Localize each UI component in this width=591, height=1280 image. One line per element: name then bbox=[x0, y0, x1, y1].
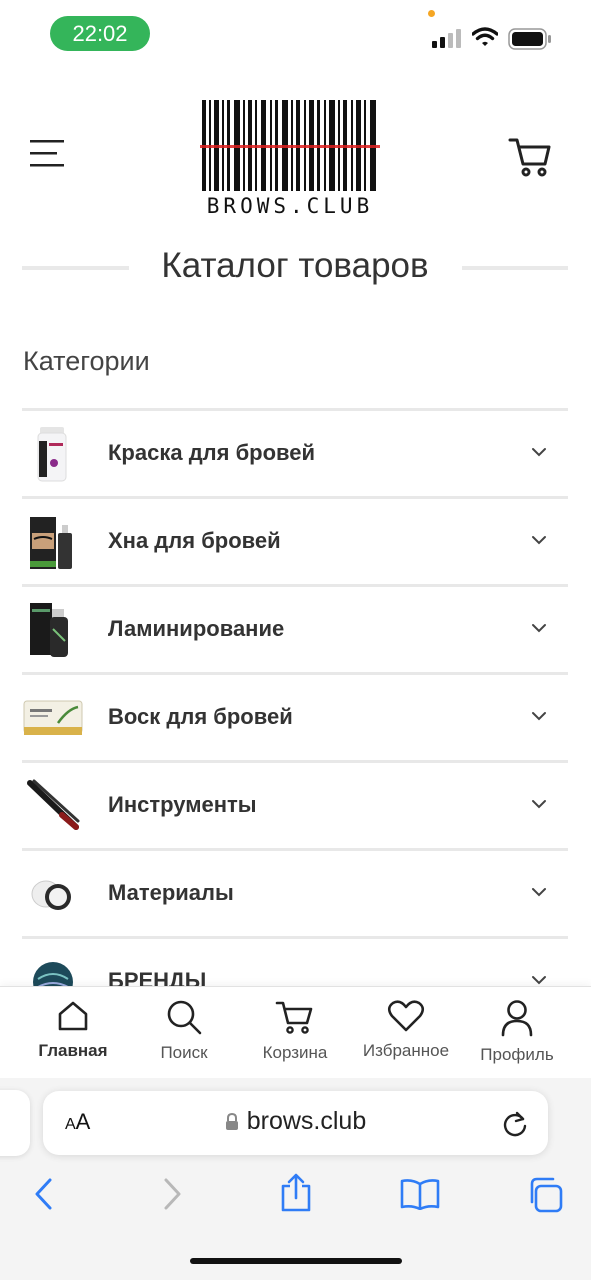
tweezers-thumbnail bbox=[27, 779, 80, 830]
category-item-tools[interactable]: Инструменты bbox=[22, 760, 568, 848]
tab-cart[interactable]: Корзина bbox=[240, 999, 350, 1063]
site-header: BROWS.CLUB bbox=[0, 90, 591, 220]
logo-text: BROWS.CLUB bbox=[206, 194, 374, 218]
tab-home-label: Главная bbox=[38, 1041, 108, 1060]
tab-home[interactable]: Главная bbox=[18, 999, 128, 1061]
tab-favorites-label: Избранное bbox=[362, 1041, 450, 1060]
wax-tin-thumbnail bbox=[23, 700, 83, 735]
tabs-overview-icon[interactable] bbox=[526, 1176, 564, 1214]
title-divider-right bbox=[462, 266, 568, 270]
cart-icon[interactable] bbox=[508, 134, 552, 178]
forward-arrow-icon[interactable] bbox=[160, 1176, 184, 1212]
catalog-title-row: Каталог товаров bbox=[22, 244, 568, 292]
url-display[interactable]: brows.club bbox=[43, 1107, 548, 1136]
barcode-logo-graphic bbox=[200, 100, 380, 191]
status-bar: 22:02 bbox=[0, 0, 591, 66]
browser-chrome: AA brows.club bbox=[0, 1078, 591, 1280]
privacy-indicator-dot bbox=[428, 10, 435, 17]
category-item-henna[interactable]: Хна для бровей bbox=[22, 496, 568, 584]
tab-search-label: Поиск bbox=[160, 1043, 208, 1062]
address-bar[interactable]: AA brows.club bbox=[43, 1091, 548, 1155]
tab-profile-label: Профиль bbox=[480, 1045, 554, 1064]
cellular-signal-icon bbox=[432, 29, 461, 48]
share-icon[interactable] bbox=[279, 1172, 313, 1212]
categories-heading: Категории bbox=[23, 346, 150, 376]
status-time: 22:02 bbox=[50, 16, 150, 51]
bookmarks-icon[interactable] bbox=[400, 1178, 440, 1210]
lock-icon bbox=[225, 1113, 238, 1130]
category-label: Материалы bbox=[108, 880, 234, 905]
category-label: Инструменты bbox=[108, 792, 257, 817]
tab-search[interactable]: Поиск bbox=[129, 999, 239, 1063]
category-item-materials[interactable]: Материалы bbox=[22, 848, 568, 936]
search-icon bbox=[167, 1000, 202, 1035]
chevron-down-icon[interactable] bbox=[530, 531, 548, 549]
brow-tint-thumbnail bbox=[37, 427, 67, 482]
tab-favorites[interactable]: Избранное bbox=[351, 999, 461, 1061]
bottom-tab-bar: Главная Поиск Корзина Избранное Профиль bbox=[0, 986, 591, 1078]
chevron-down-icon[interactable] bbox=[530, 795, 548, 813]
category-list: Краска для бровей Хна для бровей Ламинир… bbox=[22, 408, 568, 1024]
lamination-thumbnail bbox=[30, 603, 68, 657]
category-item-wax[interactable]: Воск для бровей bbox=[22, 672, 568, 760]
category-label: Краска для бровей bbox=[108, 440, 316, 465]
cart-icon bbox=[275, 1001, 313, 1034]
chevron-down-icon[interactable] bbox=[530, 619, 548, 637]
heart-icon bbox=[387, 1000, 425, 1032]
reload-icon[interactable] bbox=[502, 1109, 528, 1137]
back-arrow-icon[interactable] bbox=[32, 1176, 56, 1212]
chevron-down-icon[interactable] bbox=[530, 443, 548, 461]
url-text: brows.club bbox=[246, 1107, 367, 1135]
brand-logo[interactable]: BROWS.CLUB bbox=[200, 98, 380, 218]
tab-profile[interactable]: Профиль bbox=[462, 999, 572, 1065]
user-icon bbox=[501, 1000, 533, 1037]
chevron-down-icon[interactable] bbox=[530, 883, 548, 901]
henna-thumbnail bbox=[30, 517, 72, 569]
category-item-lamination[interactable]: Ламинирование bbox=[22, 584, 568, 672]
wifi-icon bbox=[472, 27, 498, 46]
category-item-brow-tint[interactable]: Краска для бровей bbox=[22, 408, 568, 496]
home-icon bbox=[58, 1001, 88, 1031]
category-label: Ламинирование bbox=[108, 616, 285, 641]
previous-tab-card[interactable] bbox=[0, 1090, 30, 1156]
materials-thumbnail bbox=[31, 880, 71, 910]
hamburger-menu-icon[interactable] bbox=[28, 138, 66, 170]
tab-cart-label: Корзина bbox=[262, 1043, 328, 1062]
chevron-down-icon[interactable] bbox=[530, 707, 548, 725]
battery-icon bbox=[508, 28, 551, 50]
category-label: Хна для бровей bbox=[108, 528, 281, 553]
category-label: Воск для бровей bbox=[108, 704, 293, 729]
home-indicator bbox=[190, 1258, 402, 1264]
